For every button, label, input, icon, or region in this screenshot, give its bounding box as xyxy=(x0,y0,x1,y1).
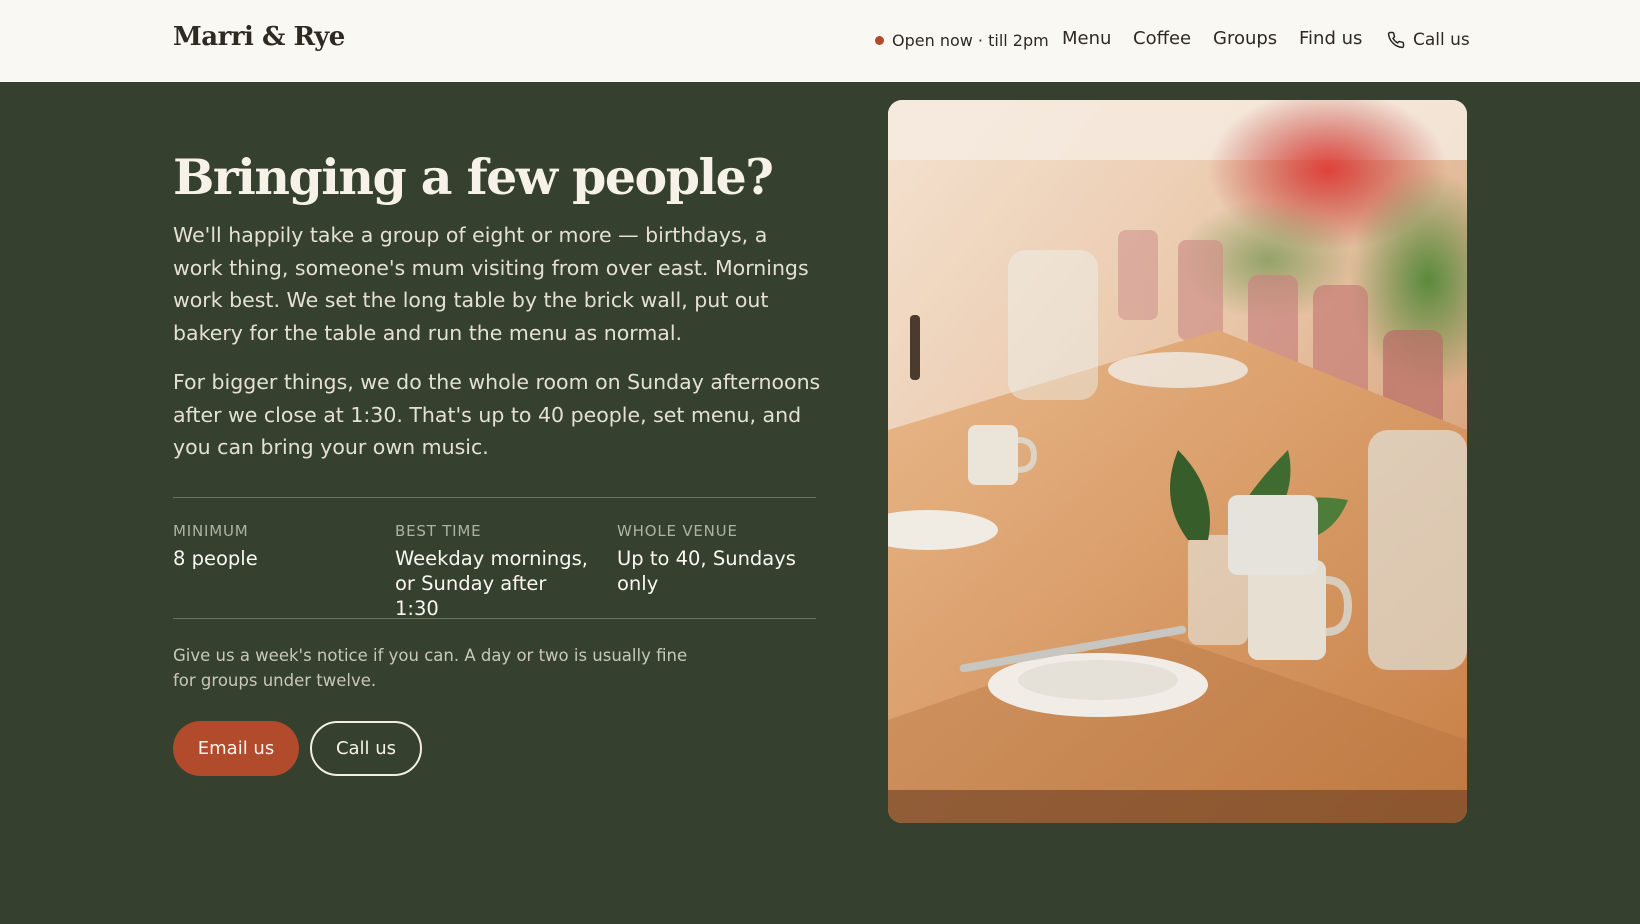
call-us-button[interactable]: Call us xyxy=(310,721,422,776)
status-dot-icon xyxy=(875,36,884,45)
group-table-photo xyxy=(888,100,1467,823)
photo-illustration xyxy=(888,100,1467,823)
site-header: Marri & Rye Open now · till 2pm Menu Cof… xyxy=(0,0,1640,82)
open-status-text: Open now · till 2pm xyxy=(892,31,1049,50)
fact-minimum: MINIMUM 8 people xyxy=(173,522,373,571)
venue-paragraph: For bigger things, we do the whole room … xyxy=(173,370,821,459)
fact-whole-venue: WHOLE VENUE Up to 40, Sundays only xyxy=(617,522,807,596)
nav-coffee[interactable]: Coffee xyxy=(1133,28,1191,49)
nav-call-us[interactable]: Call us xyxy=(1387,30,1470,50)
phone-icon xyxy=(1387,31,1405,49)
nav-find-us[interactable]: Find us xyxy=(1299,28,1362,49)
nav-groups[interactable]: Groups xyxy=(1213,28,1277,49)
divider xyxy=(173,497,816,498)
fact-value: Weekday mornings, or Sunday after 1:30 xyxy=(395,547,588,620)
page-title: Bringing a few people? xyxy=(173,148,774,206)
intro-paragraph: We'll happily take a group of eight or m… xyxy=(173,223,809,345)
fact-value: Up to 40, Sundays only xyxy=(617,547,796,595)
nav-call-label: Call us xyxy=(1413,30,1470,50)
notice-note: Give us a week's notice if you can. A da… xyxy=(173,646,688,690)
fact-label: MINIMUM xyxy=(173,522,249,540)
fact-value: 8 people xyxy=(173,547,258,570)
open-status: Open now · till 2pm xyxy=(875,31,1049,50)
fact-best-time: BEST TIME Weekday mornings, or Sunday af… xyxy=(395,522,590,621)
email-us-button[interactable]: Email us xyxy=(173,721,299,776)
nav-menu[interactable]: Menu xyxy=(1062,28,1111,49)
fact-label: BEST TIME xyxy=(395,522,482,540)
fact-label: WHOLE VENUE xyxy=(617,522,738,540)
divider xyxy=(173,618,816,619)
logo[interactable]: Marri & Rye xyxy=(173,22,345,52)
